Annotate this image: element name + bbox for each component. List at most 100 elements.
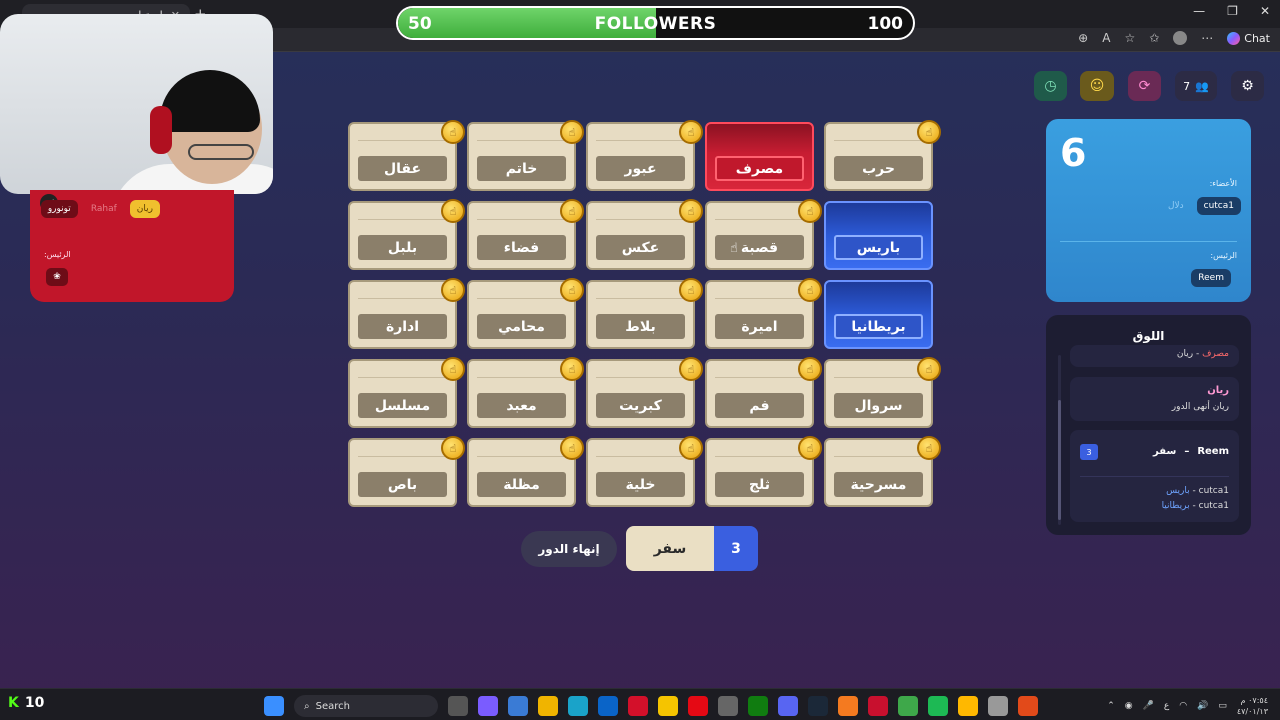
xbox-icon[interactable] [748, 696, 768, 716]
word-card[interactable]: باريس [824, 201, 933, 270]
language-icon[interactable]: ع [1164, 701, 1169, 711]
editor-icon[interactable] [658, 696, 678, 716]
microphone-icon[interactable]: 🎤 [1143, 701, 1154, 711]
word-card[interactable]: ☝ باص [348, 436, 465, 507]
restart-button[interactable]: ⟳ [1128, 71, 1161, 101]
emoji-button[interactable]: ☺ [1080, 71, 1114, 101]
wifi-icon[interactable]: ◠ [1179, 701, 1187, 711]
tap-coin-icon[interactable]: ☝ [560, 199, 584, 223]
app-icon[interactable] [838, 696, 858, 716]
spotify-icon[interactable] [928, 696, 948, 716]
tap-coin-icon[interactable]: ☝ [917, 357, 941, 381]
end-turn-button[interactable]: إنهاء الدور [521, 531, 617, 567]
profile-avatar[interactable] [1173, 31, 1188, 45]
tap-coin-icon[interactable]: ☝ [441, 357, 465, 381]
favorite-star-icon[interactable]: ☆ [1124, 31, 1135, 45]
app-icon[interactable] [958, 696, 978, 716]
opera-icon[interactable] [628, 696, 648, 716]
tap-coin-icon[interactable]: ☝ [798, 199, 822, 223]
word-card[interactable]: ☝ مسلسل [348, 357, 465, 428]
chevron-up-icon[interactable]: ⌃ [1107, 701, 1115, 711]
zoom-icon[interactable]: ⊕ [1078, 31, 1088, 45]
steam-icon[interactable] [808, 696, 828, 716]
app-icon[interactable] [868, 696, 888, 716]
word-card[interactable]: ☝ فضاء [467, 199, 584, 270]
tap-coin-icon[interactable]: ☝ [798, 436, 822, 460]
tap-coin-icon[interactable]: ☝ [679, 357, 703, 381]
tap-coin-icon[interactable]: ☝ [560, 278, 584, 302]
tap-coin-icon[interactable]: ☝ [679, 278, 703, 302]
edge-icon[interactable] [568, 696, 588, 716]
speaker-icon[interactable]: 🔊 [1197, 701, 1208, 711]
word-card[interactable]: ☝ ثلج [705, 436, 822, 507]
file-explorer-icon[interactable] [538, 696, 558, 716]
copilot-chat-button[interactable]: Chat [1227, 31, 1270, 45]
outlook-icon[interactable] [598, 696, 618, 716]
close-window-icon[interactable]: ✕ [1260, 4, 1270, 18]
taskbar-clock[interactable]: ٠٧:٥٤ م ٤٧/٠١/١٣ [1237, 695, 1268, 717]
tap-coin-icon[interactable]: ☝ [917, 436, 941, 460]
card-divider [596, 219, 685, 220]
tap-coin-icon[interactable]: ☝ [679, 120, 703, 144]
word-card[interactable]: ☝ قصبة [705, 199, 822, 270]
word-card[interactable]: ☝ حرب [824, 120, 941, 191]
card-divider [477, 377, 566, 378]
tap-coin-icon[interactable]: ☝ [679, 199, 703, 223]
favorites-icon[interactable]: ✩ [1149, 31, 1159, 45]
word-card[interactable]: ☝ كبريت [586, 357, 703, 428]
more-menu-icon[interactable]: ⋯ [1201, 31, 1213, 45]
word-card[interactable]: ☝ عبور [586, 120, 703, 191]
read-aloud-icon[interactable]: A [1102, 31, 1110, 45]
store-icon[interactable] [508, 696, 528, 716]
obs-icon[interactable] [988, 696, 1008, 716]
word-card[interactable]: ☝ محامي [467, 278, 584, 349]
tap-coin-icon[interactable]: ☝ [441, 436, 465, 460]
word-card[interactable]: ☝ ادارة [348, 278, 465, 349]
card-word: بريطانيا [834, 314, 923, 339]
tap-coin-icon[interactable]: ☝ [441, 199, 465, 223]
tap-coin-icon[interactable]: ☝ [560, 436, 584, 460]
word-card[interactable]: ☝ خلية [586, 436, 703, 507]
word-card[interactable]: مصرف [705, 122, 814, 191]
tap-coin-icon[interactable]: ☝ [917, 120, 941, 144]
battery-icon[interactable]: ▭ [1218, 701, 1227, 711]
windows-start-icon[interactable] [264, 696, 284, 716]
word-card[interactable]: ☝ مسرحية [824, 436, 941, 507]
word-card[interactable]: ☝ بلبل [348, 199, 465, 270]
word-card[interactable]: ☝ بلاط [586, 278, 703, 349]
word-card[interactable]: ☝ مظلة [467, 436, 584, 507]
word-card[interactable]: ☝ سروال [824, 357, 941, 428]
log-scrollbar-thumb[interactable] [1058, 400, 1061, 520]
players-button[interactable]: 7 👥 [1175, 71, 1217, 101]
word-card[interactable]: ☝ عكس [586, 199, 703, 270]
maximize-icon[interactable]: ❐ [1227, 4, 1238, 18]
taskbar-search[interactable]: ⌕ Search [294, 695, 438, 717]
log-clue-header: سفر – Reem [1153, 446, 1229, 457]
word-card[interactable]: ☝ اميرة [705, 278, 822, 349]
tap-coin-icon[interactable]: ☝ [679, 436, 703, 460]
tap-coin-icon[interactable]: ☝ [798, 278, 822, 302]
word-card[interactable]: ☝ معبد [467, 357, 584, 428]
tap-coin-icon[interactable]: ☝ [798, 357, 822, 381]
red-member-chip: ريان [129, 200, 160, 218]
tap-coin-icon[interactable]: ☝ [441, 278, 465, 302]
timer-button[interactable]: ◷ [1034, 71, 1067, 101]
tap-coin-icon[interactable]: ☝ [560, 357, 584, 381]
app-icon[interactable] [1018, 696, 1038, 716]
minimize-icon[interactable]: — [1193, 4, 1205, 18]
discord-icon[interactable] [778, 696, 798, 716]
netflix-icon[interactable] [688, 696, 708, 716]
minecraft-icon[interactable] [898, 696, 918, 716]
word-card[interactable]: ☝ خاتم [467, 120, 584, 191]
network-status-icon[interactable]: ◉ [1125, 701, 1133, 711]
tap-coin-icon[interactable]: ☝ [441, 120, 465, 144]
word-card[interactable]: ☝ فم [705, 357, 822, 428]
task-view-icon[interactable] [448, 696, 468, 716]
settings-app-icon[interactable] [718, 696, 738, 716]
copilot-taskbar-icon[interactable] [478, 696, 498, 716]
word-card[interactable]: بريطانيا [824, 280, 933, 349]
card-word: محامي [477, 314, 566, 339]
tap-coin-icon[interactable]: ☝ [560, 120, 584, 144]
settings-button[interactable]: ⚙ [1231, 71, 1264, 101]
word-card[interactable]: ☝ عقال [348, 120, 465, 191]
